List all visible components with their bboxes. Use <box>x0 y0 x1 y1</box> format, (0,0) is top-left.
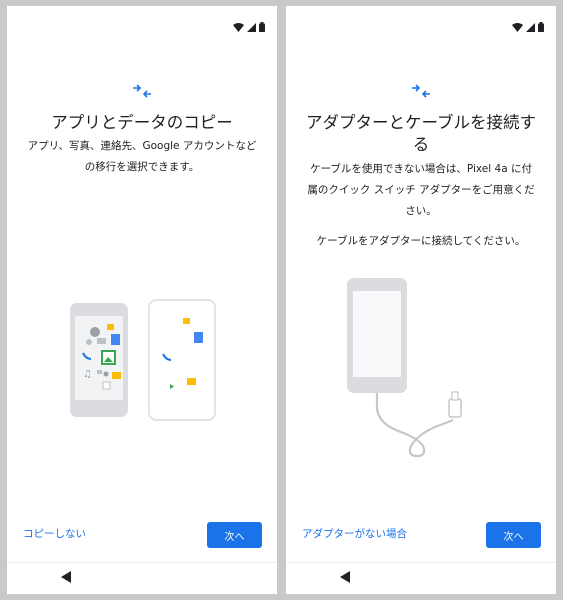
nav-bar <box>286 562 556 594</box>
nav-bar <box>7 562 277 594</box>
title-line: アダプターとケーブルを接続す <box>305 113 536 132</box>
transfer-arrows-icon <box>133 84 151 98</box>
status-bar <box>233 20 265 34</box>
back-icon[interactable] <box>340 571 351 583</box>
screen-connect-adapter: アダプターとケーブルを接続す る ケーブルを使用できない場合は、Pixel 4a… <box>286 6 556 594</box>
title-line: る <box>412 135 430 154</box>
phones-illustration: ♫ <box>70 299 216 421</box>
page-title: アプリとデータのコピー <box>51 113 233 132</box>
back-icon[interactable] <box>61 571 72 583</box>
status-bar <box>512 20 544 34</box>
description-line: 属のクイック スイッチ アダプターをご用意くだ <box>307 184 535 196</box>
wifi-icon <box>512 22 523 32</box>
no-adapter-button[interactable]: アダプターがない場合 <box>302 526 407 541</box>
transfer-arrows-icon <box>412 84 430 98</box>
description-line: ケーブルを使用できない場合は、Pixel 4a に付 <box>310 163 532 175</box>
signal-icon <box>526 22 535 32</box>
transfer-hero <box>286 84 556 106</box>
svg-text:♫: ♫ <box>83 369 92 380</box>
phone-cable-illustration <box>347 278 462 458</box>
transfer-hero <box>7 84 277 106</box>
next-button[interactable]: 次へ <box>486 522 541 548</box>
next-button[interactable]: 次へ <box>207 522 262 548</box>
page-title: アダプターとケーブルを接続す る <box>300 112 542 156</box>
description: ケーブルを使用できない場合は、Pixel 4a に付 属のクイック スイッチ ア… <box>300 159 542 222</box>
description-line: さい。 <box>405 205 437 217</box>
description-line: の移行を選択できます。 <box>84 161 200 173</box>
description-line: アプリ、写真、連絡先、Google アカウントなど <box>27 140 257 152</box>
wifi-icon <box>233 22 244 32</box>
skip-copy-button[interactable]: コピーしない <box>23 526 86 541</box>
battery-icon <box>259 22 265 32</box>
battery-icon <box>538 22 544 32</box>
instruction-text: ケーブルをアダプターに接続してください。 <box>316 235 526 247</box>
description: アプリ、写真、連絡先、Google アカウントなど の移行を選択できます。 <box>21 136 263 178</box>
screen-copy-apps: アプリとデータのコピー アプリ、写真、連絡先、Google アカウントなど の移… <box>7 6 277 594</box>
signal-icon <box>247 22 256 32</box>
